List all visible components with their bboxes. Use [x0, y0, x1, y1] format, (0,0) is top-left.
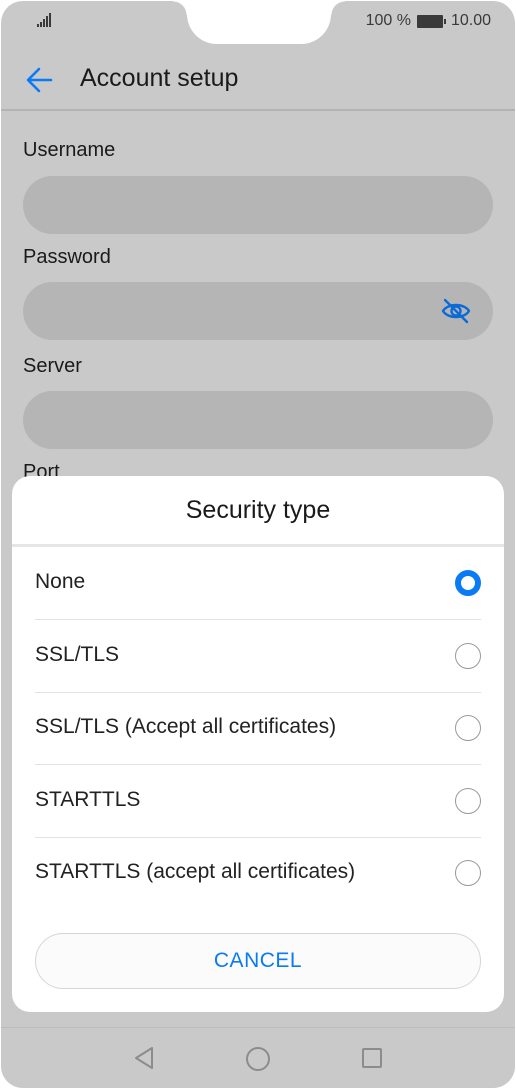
username-label: Username: [23, 139, 116, 161]
option-ssl-tls-accept-all[interactable]: SSL/TLS (Accept all certificates): [35, 693, 481, 765]
page-title: Account setup: [80, 64, 239, 92]
option-label: STARTTLS (accept all certificates): [35, 860, 356, 883]
password-field[interactable]: [23, 282, 493, 340]
square-recent-icon[interactable]: [361, 1047, 383, 1069]
server-label: Server: [23, 355, 82, 377]
header-divider: [1, 109, 515, 111]
status-bar-right: 100 % 10.00: [366, 12, 491, 30]
circle-home-icon[interactable]: [245, 1046, 271, 1072]
screen: 100 % 10.00 Account setup Username Passw…: [1, 1, 515, 1088]
option-divider: [35, 764, 481, 765]
option-none[interactable]: None: [35, 548, 481, 620]
navigation-bar: [1, 1027, 515, 1088]
radio-selected-icon[interactable]: [455, 570, 481, 596]
server-field[interactable]: [23, 391, 493, 449]
cancel-button[interactable]: CANCEL: [35, 933, 481, 989]
option-label: SSL/TLS (Accept all certificates): [35, 715, 337, 738]
eye-off-icon[interactable]: [441, 297, 471, 325]
option-starttls[interactable]: STARTTLS: [35, 766, 481, 838]
dialog-title-divider: [12, 544, 504, 547]
option-label: SSL/TLS: [35, 643, 120, 666]
security-type-dialog: Security type None SSL/TLS SSL/TLS (Acce…: [12, 476, 504, 1012]
phone-frame: 100 % 10.00 Account setup Username Passw…: [0, 0, 516, 1089]
username-field[interactable]: [23, 176, 493, 234]
app-header: Account setup: [1, 51, 515, 109]
option-label: None: [35, 570, 86, 593]
camera-notch: [173, 1, 345, 44]
signal-strength-icon: [37, 13, 51, 27]
radio-unselected-icon[interactable]: [455, 715, 481, 741]
dialog-title: Security type: [185, 496, 331, 524]
radio-unselected-icon[interactable]: [455, 860, 481, 886]
option-label: STARTTLS: [35, 788, 141, 811]
option-starttls-accept-all[interactable]: STARTTLS (accept all certificates): [35, 838, 481, 910]
option-divider: [35, 619, 481, 620]
battery-icon: [416, 14, 446, 28]
radio-unselected-icon[interactable]: [455, 788, 481, 814]
status-time: 10.00: [450, 12, 491, 29]
password-label: Password: [23, 246, 111, 268]
option-ssl-tls[interactable]: SSL/TLS: [35, 621, 481, 693]
triangle-back-icon[interactable]: [132, 1046, 156, 1070]
radio-unselected-icon[interactable]: [455, 643, 481, 669]
battery-percent: 100 %: [365, 12, 411, 29]
arrow-left-icon[interactable]: [23, 63, 57, 97]
